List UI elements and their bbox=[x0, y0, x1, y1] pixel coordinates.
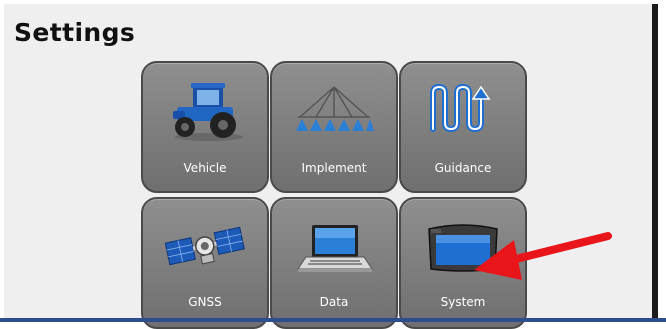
tile-label: Vehicle bbox=[183, 161, 227, 175]
page-title: Settings bbox=[14, 18, 136, 47]
tile-label: System bbox=[440, 295, 486, 309]
tractor-icon bbox=[173, 83, 243, 141]
bottom-divider bbox=[0, 318, 666, 322]
tile-label: Data bbox=[319, 295, 349, 309]
tile-implement[interactable]: Implement bbox=[270, 61, 398, 193]
tile-label: GNSS bbox=[188, 295, 222, 309]
tile-label: Guidance bbox=[434, 161, 492, 175]
guidance-pattern-icon bbox=[430, 83, 491, 133]
laptop-icon bbox=[297, 225, 373, 272]
tile-gnss[interactable]: GNSS bbox=[141, 197, 269, 329]
tile-vehicle[interactable]: Vehicle bbox=[141, 61, 269, 193]
tile-label: Implement bbox=[301, 161, 367, 175]
tile-guidance[interactable]: Guidance bbox=[399, 61, 527, 193]
satellite-icon bbox=[165, 226, 245, 266]
red-arrow-annotation bbox=[474, 232, 612, 280]
sprayer-boom-icon bbox=[296, 86, 374, 131]
tile-data[interactable]: Data bbox=[270, 197, 398, 329]
